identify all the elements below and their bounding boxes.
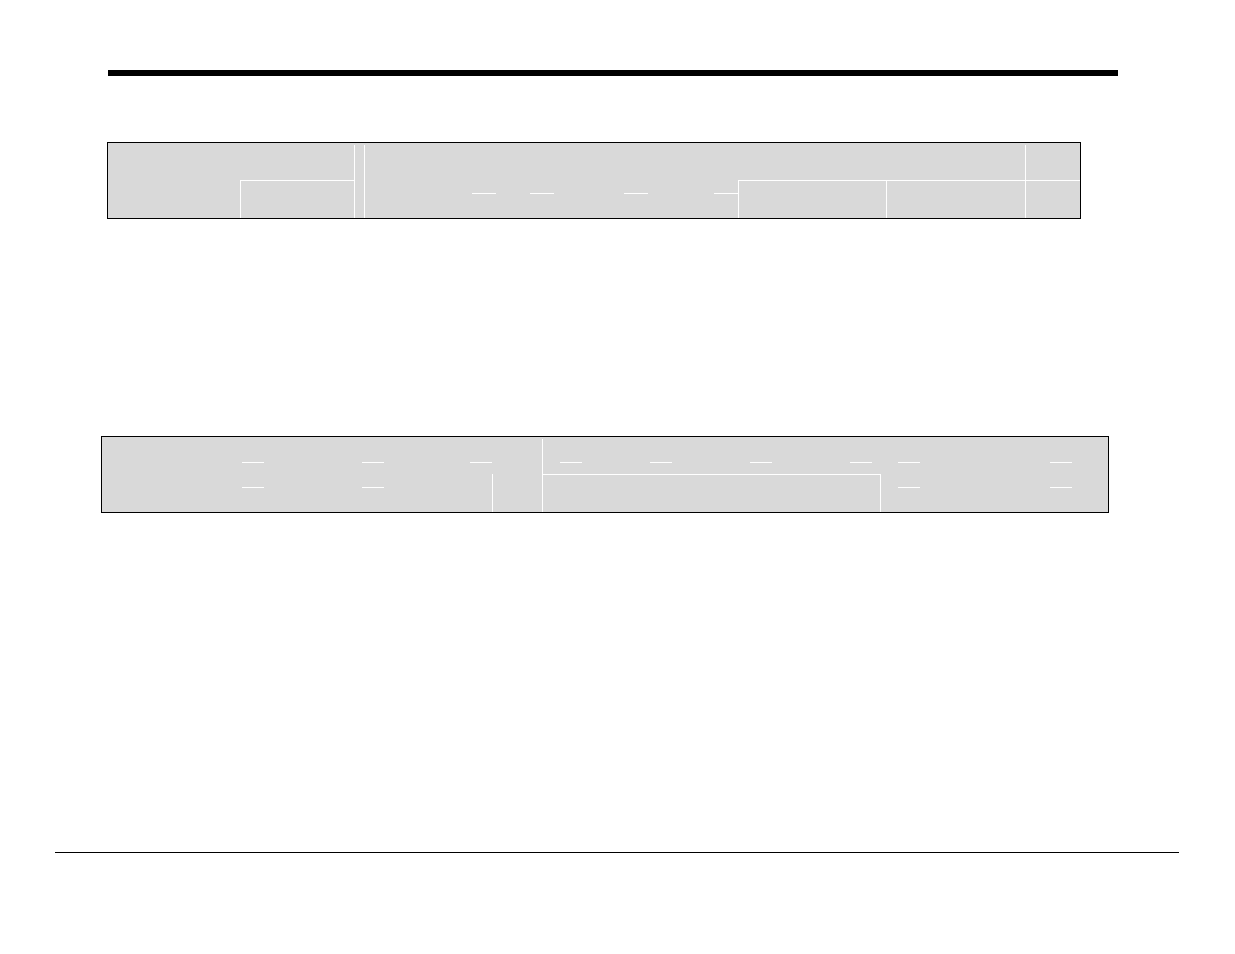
guide-line	[542, 474, 880, 475]
guide-line	[242, 487, 264, 488]
guide-line	[492, 474, 493, 512]
guide-line	[898, 487, 920, 488]
guide-line	[530, 193, 554, 194]
bottom-horizontal-rule	[55, 852, 1179, 853]
document-page	[0, 0, 1235, 954]
guide-line	[1025, 180, 1080, 181]
guide-line	[886, 180, 887, 218]
guide-line	[898, 462, 920, 463]
guide-line	[470, 462, 492, 463]
guide-line	[850, 462, 872, 463]
guide-line	[364, 145, 365, 218]
guide-line	[880, 474, 881, 512]
guide-line	[1025, 145, 1026, 218]
guide-line	[240, 180, 241, 218]
guide-line	[1050, 487, 1072, 488]
guide-line	[242, 462, 264, 463]
guide-line	[738, 180, 1025, 181]
guide-line	[240, 180, 354, 181]
guide-line	[1050, 462, 1072, 463]
guide-line	[624, 193, 648, 194]
guide-line	[650, 462, 672, 463]
guide-line	[472, 193, 496, 194]
lower-gray-box	[101, 436, 1109, 513]
guide-line	[542, 439, 543, 512]
top-horizontal-rule	[108, 70, 1118, 76]
guide-line	[738, 180, 739, 218]
guide-line	[362, 487, 384, 488]
upper-gray-box	[107, 142, 1081, 219]
guide-line	[354, 145, 355, 218]
guide-line	[714, 193, 738, 194]
guide-line	[362, 462, 384, 463]
guide-line	[560, 462, 582, 463]
guide-line	[750, 462, 772, 463]
